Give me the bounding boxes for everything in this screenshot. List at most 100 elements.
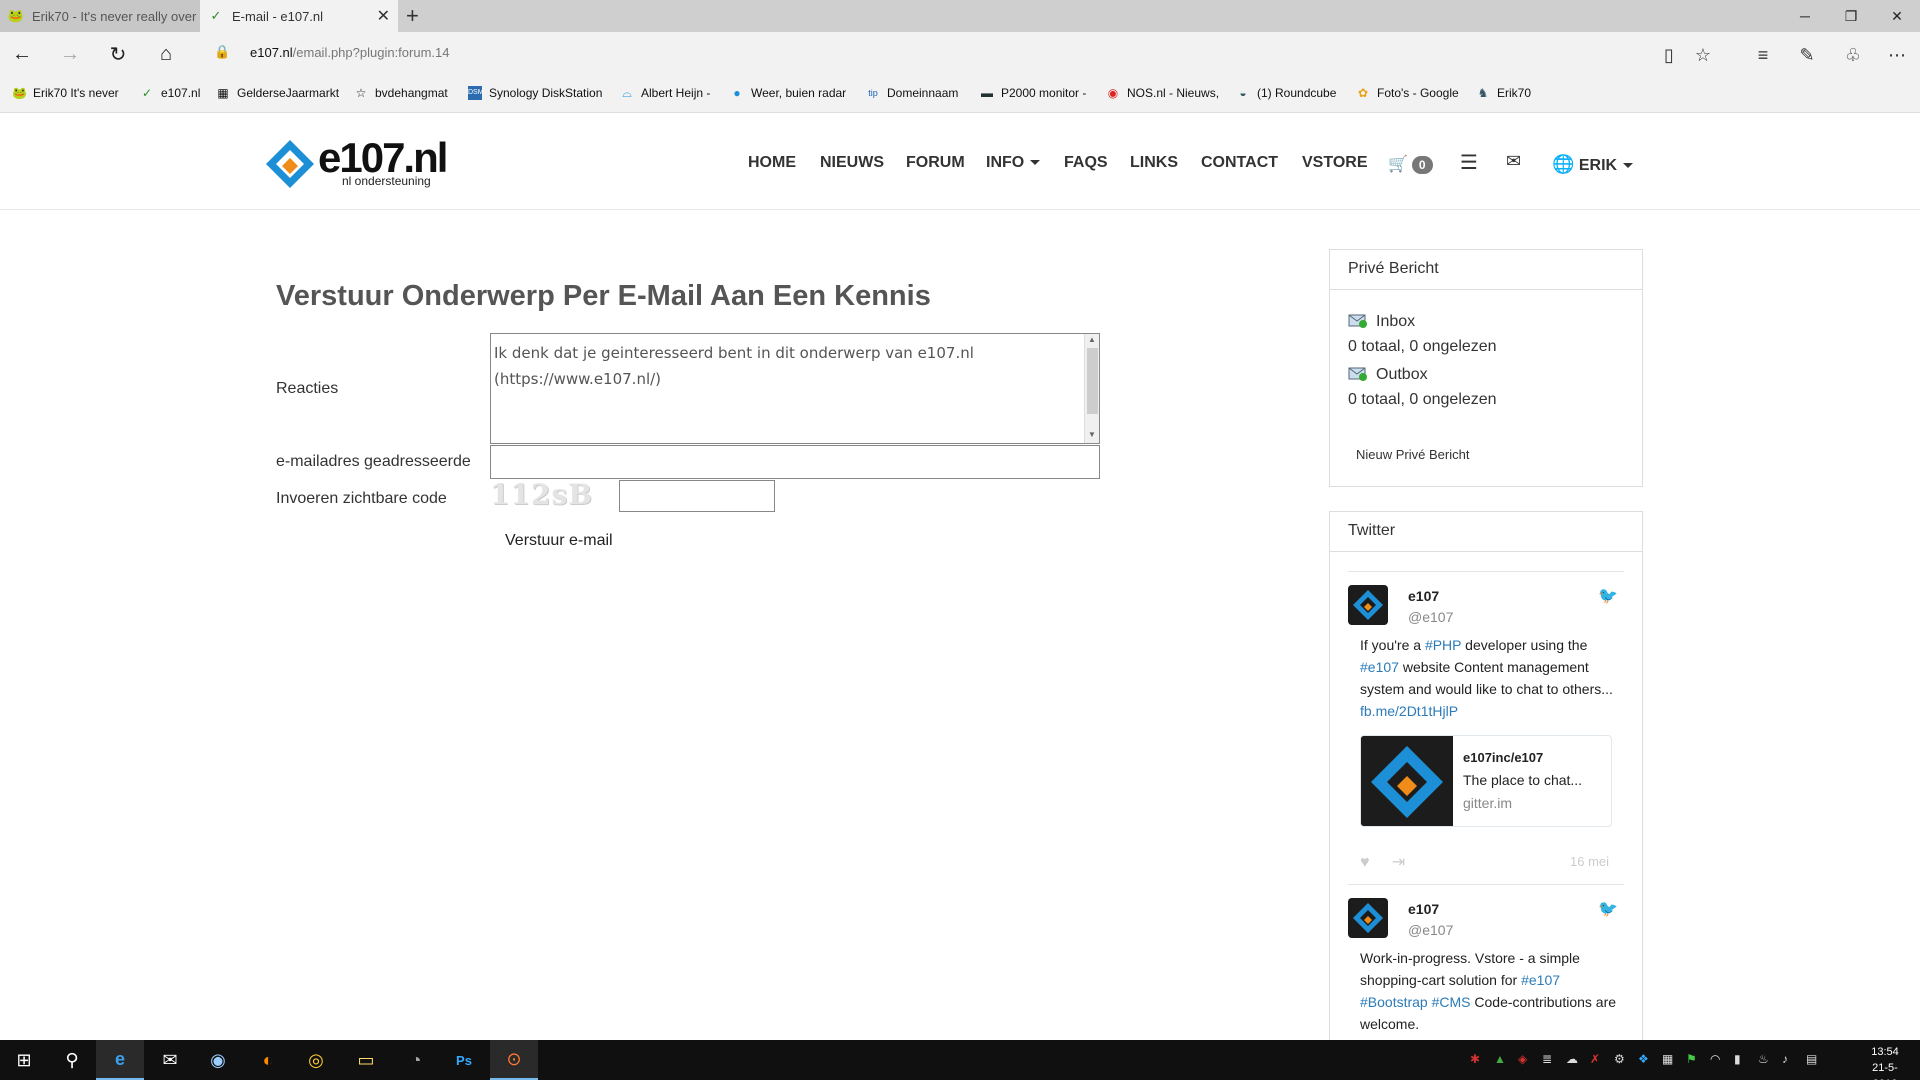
fav-item[interactable]: ● Weer, buien radar [730, 86, 846, 100]
chrome-icon[interactable]: ◎ [292, 1040, 340, 1080]
fav-item[interactable]: DSM Synology DiskStation [468, 86, 602, 100]
list-icon[interactable]: ☰ [1460, 150, 1478, 175]
home-icon[interactable]: ⌂ [152, 40, 180, 68]
nav-contact[interactable]: CONTACT [1201, 154, 1278, 172]
scroll-thumb[interactable] [1087, 348, 1098, 414]
share-icon[interactable]: ♧ [1840, 42, 1866, 68]
tweet-author-name[interactable]: e107 [1408, 901, 1439, 917]
tab-erik70[interactable]: 🐸 Erik70 - It's never really over [0, 0, 200, 32]
nav-links[interactable]: LINKS [1130, 154, 1178, 172]
cloud-icon[interactable]: ☁ [1566, 1052, 1578, 1066]
tweet-author-handle[interactable]: @e107 [1408, 609, 1453, 625]
tweet-author-handle[interactable]: @e107 [1408, 922, 1453, 938]
close-window-icon[interactable]: ✕ [1874, 0, 1920, 32]
reading-view-icon[interactable]: ▯ [1656, 42, 1682, 68]
minimize-icon[interactable]: ─ [1782, 0, 1828, 32]
fav-label: Erik70 It's never [33, 86, 119, 100]
photoshop-icon[interactable]: Ps [440, 1040, 488, 1080]
notification-icon[interactable]: ▤ [1806, 1052, 1817, 1066]
tray-app-icon[interactable]: ⚑ [1686, 1052, 1697, 1066]
file-explorer-icon[interactable]: ▭ [342, 1040, 390, 1080]
tray-app-icon[interactable]: ▦ [1662, 1052, 1673, 1066]
outbox-link[interactable]: Outbox [1348, 365, 1428, 384]
envelope-icon[interactable]: ✉ [1506, 151, 1521, 172]
fav-item[interactable]: ☆ bvdehangmat [354, 86, 448, 100]
more-icon[interactable]: ⋯ [1884, 42, 1910, 68]
new-pm-link[interactable]: Nieuw Privé Bericht [1356, 447, 1469, 462]
inbox-link[interactable]: Inbox [1348, 312, 1415, 331]
fav-item[interactable]: tip Domeinnaam [866, 86, 958, 100]
tweet-card[interactable]: e107inc/e107 The place to chat... gitter… [1360, 735, 1612, 827]
fav-item[interactable]: ◉ NOS.nl - Nieuws, [1106, 86, 1219, 100]
send-email-button[interactable]: Verstuur e-mail [505, 532, 613, 550]
web-note-icon[interactable]: ✎ [1794, 42, 1820, 68]
database-icon[interactable]: ≣ [1542, 1052, 1552, 1066]
twitter-panel: Twitter e107 @e107 🐦 If you're a #PHP de… [1329, 511, 1643, 1040]
nav-vstore[interactable]: VSTORE [1302, 154, 1368, 172]
tweet-author-name[interactable]: e107 [1408, 588, 1439, 604]
hashtag-link[interactable]: #e107 [1360, 659, 1399, 675]
fav-item[interactable]: ✿ Foto's - Google [1356, 86, 1459, 100]
edge-browser-icon[interactable]: e [96, 1040, 144, 1080]
captcha-input[interactable] [619, 480, 775, 512]
share-icon[interactable]: ⇥ [1392, 854, 1405, 871]
site-logo[interactable]: e107.nl nl ondersteuning [266, 134, 448, 190]
fav-item[interactable]: ⌓ Albert Heijn - [620, 86, 710, 100]
email-field[interactable] [490, 445, 1100, 479]
fav-item[interactable]: ▦ GeldersеJaarmarkt [216, 86, 339, 100]
teamspeak-icon[interactable]: ◔ [392, 1040, 440, 1080]
textarea-scrollbar[interactable]: ▲ ▼ [1084, 334, 1099, 443]
search-icon[interactable]: ⚲ [48, 1040, 96, 1080]
fav-item[interactable]: ◒ (1) Roundcube [1236, 86, 1336, 100]
nav-info[interactable]: INFO [986, 154, 1041, 172]
system-clock[interactable]: 13:54 21-5-2016 [1860, 1044, 1910, 1092]
tray-app-icon[interactable]: ♨ [1758, 1052, 1769, 1066]
tweet-date[interactable]: 16 mei [1570, 854, 1609, 869]
tab-email[interactable]: ✓ E-mail - e107.nl ✕ [200, 0, 398, 32]
battery-icon[interactable]: ▮ [1734, 1052, 1741, 1066]
fav-item[interactable]: ▬ P2000 monitor - [980, 86, 1086, 100]
media-player-icon[interactable]: ⊙ [490, 1040, 538, 1080]
hub-icon[interactable]: ≡ [1750, 42, 1776, 68]
fav-item[interactable]: 🐸 Erik70 It's never [12, 86, 119, 100]
url-field[interactable]: e107.nl/email.php?plugin:forum.14 [250, 45, 449, 60]
mail-app-icon[interactable]: ✉ [146, 1040, 194, 1080]
tweet-link[interactable]: fb.me/2Dt1tHjlP [1360, 703, 1458, 719]
restore-icon[interactable]: ❐ [1828, 0, 1874, 32]
user-menu[interactable]: 🌐 ERIK [1552, 154, 1634, 175]
forward-icon[interactable]: → [56, 40, 84, 68]
nav-nieuws[interactable]: NIEUWS [820, 154, 884, 172]
favorite-star-icon[interactable]: ☆ [1690, 42, 1716, 68]
nav-home[interactable]: HOME [748, 154, 796, 172]
volume-icon[interactable]: ♪ [1782, 1052, 1788, 1066]
close-tab-icon[interactable]: ✕ [377, 6, 390, 26]
start-windows-icon[interactable]: ⊞ [0, 1040, 48, 1080]
e107-avatar-icon[interactable] [1348, 585, 1388, 625]
fav-item[interactable]: ♞ Erik70 [1476, 86, 1531, 100]
nav-forum[interactable]: FORUM [906, 154, 965, 172]
e107-avatar-icon[interactable] [1348, 898, 1388, 938]
comments-label: Reacties [276, 380, 339, 397]
hashtag-link[interactable]: #CMS [1432, 994, 1471, 1010]
fav-item[interactable]: ✓ e107.nl [140, 86, 200, 100]
new-tab-icon[interactable]: + [406, 3, 419, 29]
wifi-icon[interactable]: ◠ [1710, 1052, 1720, 1066]
dropbox-icon[interactable]: ❖ [1638, 1052, 1649, 1066]
refresh-icon[interactable]: ↻ [104, 40, 132, 68]
hashtag-link[interactable]: #PHP [1425, 637, 1461, 653]
tray-app-icon[interactable]: ✱ [1470, 1052, 1480, 1066]
hashtag-link[interactable]: #e107 [1521, 972, 1560, 988]
nav-faqs[interactable]: FAQS [1064, 154, 1108, 172]
tweet-divider [1348, 884, 1624, 885]
tray-app-icon[interactable]: ◈ [1518, 1052, 1527, 1066]
cart-button[interactable]: 🛒 0 [1388, 154, 1433, 174]
heart-icon[interactable]: ♥ [1360, 854, 1370, 871]
google-drive-icon[interactable]: ▲ [1494, 1052, 1506, 1066]
back-icon[interactable]: ← [8, 40, 36, 68]
hashtag-link[interactable]: #Bootstrap [1360, 994, 1428, 1010]
firefox-icon[interactable]: ◐ [244, 1040, 292, 1080]
comments-textarea[interactable] [490, 333, 1100, 444]
tray-app-icon[interactable]: ✗ [1590, 1052, 1600, 1066]
tray-app-icon[interactable]: ⚙ [1614, 1052, 1625, 1066]
thunderbird-icon[interactable]: ◉ [194, 1040, 242, 1080]
